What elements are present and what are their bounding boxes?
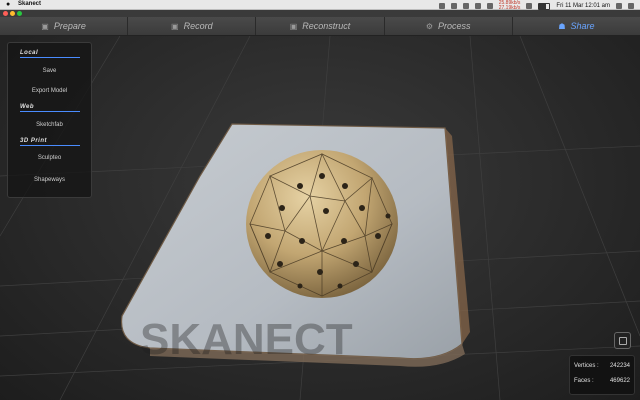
gears-icon: ⚙	[425, 21, 434, 31]
app-menu-name[interactable]: Skanect	[18, 1, 41, 7]
section-divider	[20, 145, 80, 146]
tab-process[interactable]: ⚙ Process	[385, 17, 513, 35]
share-icon: ☗	[558, 21, 566, 31]
export-model-button[interactable]: Export Model	[8, 88, 91, 94]
tab-label-share: Share	[570, 21, 595, 31]
prepare-icon: ▣	[41, 21, 49, 31]
tab-label-process: Process	[438, 21, 471, 31]
reconstruct-icon: ▣	[289, 21, 298, 31]
section-3d-print-title: 3D Print	[20, 138, 48, 144]
share-panel: Local Save Export Model Web Sketchfab 3D…	[7, 42, 92, 198]
tab-share[interactable]: ☗ Share	[513, 17, 640, 35]
tab-label-reconstruct: Reconstruct	[302, 21, 351, 31]
square-icon	[618, 336, 627, 345]
battery-icon[interactable]	[538, 2, 551, 10]
faces-label: Faces :	[574, 378, 594, 384]
notification-center-icon[interactable]	[628, 3, 634, 9]
tab-record[interactable]: ▣ Record	[128, 17, 257, 35]
scanned-sphere	[246, 150, 398, 298]
sculpteo-button[interactable]: Sculpteo	[8, 155, 91, 161]
sketchfab-button[interactable]: Sketchfab	[8, 122, 91, 128]
clock[interactable]: Fri 11 Mar 12:01 am	[556, 3, 610, 9]
sync-icon[interactable]	[474, 3, 481, 9]
vertices-value: 242234	[609, 363, 630, 369]
section-web-title: Web	[20, 104, 35, 110]
record-icon: ▣	[171, 21, 179, 31]
wifi-icon[interactable]	[526, 3, 533, 9]
view-toggle-button[interactable]	[614, 332, 631, 349]
tab-prepare[interactable]: ▣ Prepare	[0, 17, 129, 35]
section-divider	[20, 57, 80, 58]
stats-icon[interactable]	[486, 3, 493, 9]
section-3d-print: 3D Print	[20, 138, 80, 146]
apple-menu-icon[interactable]: ●	[6, 1, 10, 8]
faces-value: 469622	[609, 378, 630, 384]
dropbox-icon[interactable]	[438, 3, 445, 9]
vertices-label: Vertices :	[574, 363, 599, 369]
shapeways-button[interactable]: Shapeways	[8, 177, 91, 183]
mesh-stats: Vertices : 242234 Faces : 469622	[569, 355, 635, 395]
vertices-stat: Vertices : 242234	[574, 363, 630, 369]
system-menubar: ● Skanect 25.89kb/s 27.19kb/s Fri 11 Mar…	[0, 0, 640, 11]
workflow-tabs: ▣ Prepare ▣ Record ▣ Reconstruct ⚙ Proce…	[0, 17, 640, 36]
section-divider	[20, 111, 80, 112]
3d-viewport[interactable]: SKANECT	[0, 36, 640, 400]
window-titlebar	[0, 10, 640, 17]
faces-stat: Faces : 469622	[574, 378, 630, 384]
save-button[interactable]: Save	[8, 68, 91, 74]
scene-watermark: SKANECT	[140, 315, 353, 364]
section-web: Web	[20, 104, 80, 112]
section-local-title: Local	[20, 50, 39, 56]
tab-reconstruct[interactable]: ▣ Reconstruct	[256, 17, 385, 35]
close-window-button[interactable]	[3, 11, 8, 16]
tab-label-prepare: Prepare	[53, 21, 86, 31]
tab-label-record: Record	[183, 21, 213, 31]
scene-render: SKANECT	[0, 36, 640, 400]
cloud-icon[interactable]	[462, 3, 469, 9]
fullscreen-window-button[interactable]	[17, 11, 22, 16]
minimize-window-button[interactable]	[10, 11, 15, 16]
spotlight-icon[interactable]	[616, 3, 622, 9]
section-local: Local	[20, 50, 80, 58]
drive-icon[interactable]	[450, 3, 457, 9]
